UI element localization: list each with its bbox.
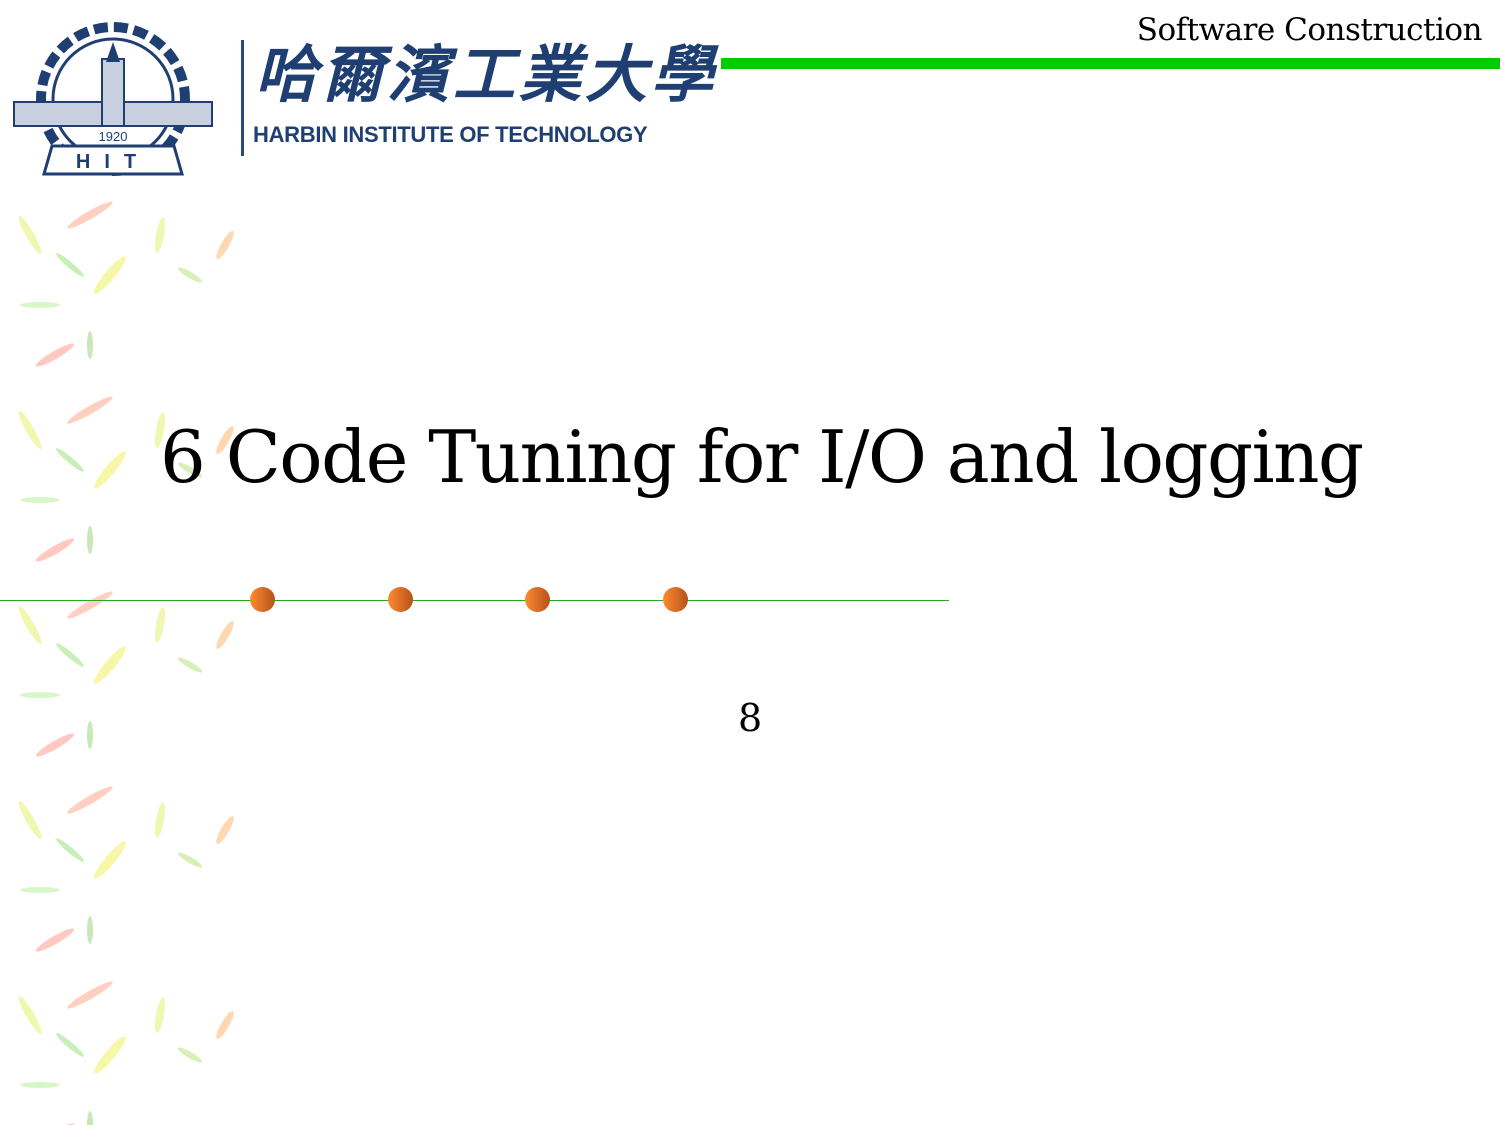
svg-text:1920: 1920	[99, 129, 128, 144]
logo-chinese-name: 哈爾濱工業大學	[255, 38, 718, 111]
page-number: 8	[738, 696, 763, 740]
bullet-dot	[525, 587, 550, 612]
logo-divider	[241, 40, 244, 156]
course-title: Software Construction	[1136, 12, 1483, 48]
svg-text:HIT: HIT	[76, 151, 150, 173]
hit-emblem-logo: 1920 HIT	[13, 22, 213, 176]
bullet-dot	[250, 587, 275, 612]
header-accent-bar	[721, 58, 1500, 69]
bullet-dot	[388, 587, 413, 612]
slide-title: 6 Code Tuning for I/O and logging	[160, 415, 1364, 499]
logo-english-name: HARBIN INSTITUTE OF TECHNOLOGY	[253, 122, 648, 147]
bullet-dot	[663, 587, 688, 612]
divider-line	[0, 600, 949, 601]
decorative-leaves	[15, 201, 237, 1125]
